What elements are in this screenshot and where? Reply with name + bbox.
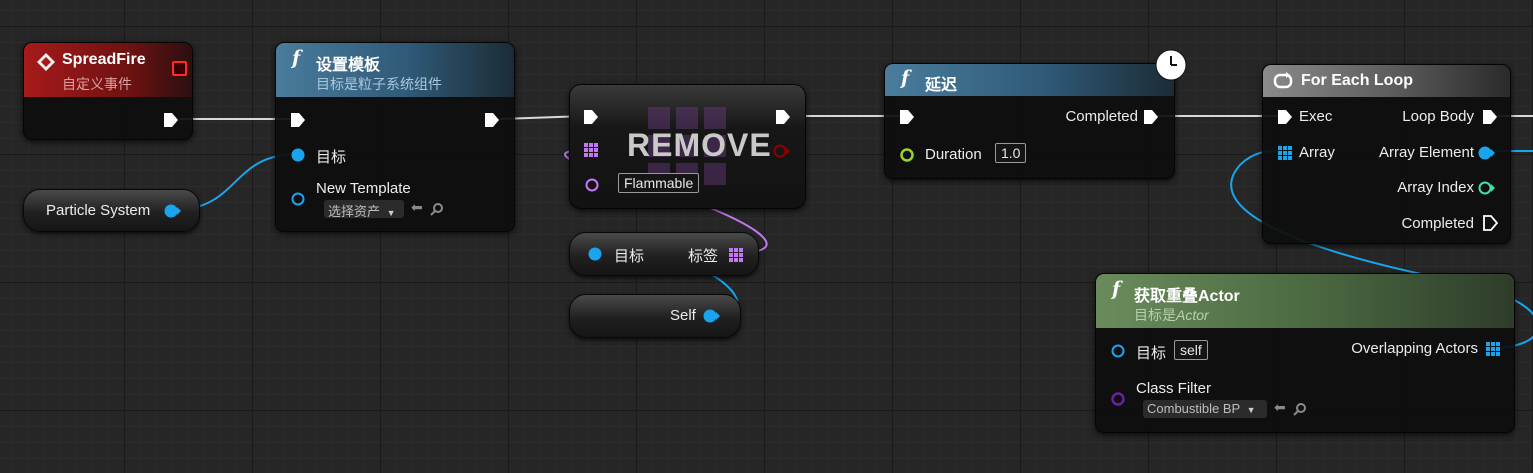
array-element-label: Array Element <box>1378 144 1474 161</box>
particle-system-variable-node[interactable]: Particle System <box>23 189 200 232</box>
tags-target-label: 目标 <box>614 248 645 265</box>
use-selected-arrow-icon[interactable]: ⬅ <box>411 199 423 216</box>
loop-icon <box>1273 72 1293 89</box>
overlap-subtitle-prefix: 目标是 <box>1134 307 1176 323</box>
tag-in-pin[interactable] <box>583 177 601 193</box>
set-template-node[interactable]: f 设置模板 目标是粒子系统组件 目标 New Template 选择资产 ▼ … <box>275 42 515 232</box>
particle-system-label: Particle System <box>46 202 151 219</box>
blueprint-graph-canvas[interactable]: SpreadFire 自定义事件 Particle System f 设置模板 … <box>0 0 1533 473</box>
exec-out-pin[interactable] <box>774 108 792 126</box>
target-in-pin[interactable] <box>289 147 307 163</box>
exec-label: Exec <box>1299 108 1333 125</box>
completed-label: Completed <box>1065 108 1138 125</box>
overlapping-actors-out-pin[interactable] <box>1485 341 1501 357</box>
clock-icon <box>1155 49 1187 81</box>
array-index-out-pin[interactable] <box>1478 180 1496 196</box>
event-icon <box>37 53 55 71</box>
use-selected-arrow-icon[interactable]: ⬅ <box>1274 399 1286 416</box>
target-self-value[interactable]: self <box>1174 340 1208 360</box>
remove-node[interactable]: REMOVE Flammable <box>569 84 806 209</box>
completed-exec-out-pin[interactable] <box>1481 214 1499 232</box>
loop-body-label: Loop Body <box>1402 108 1474 125</box>
bool-out-pin[interactable] <box>773 143 791 159</box>
self-label: Self <box>670 307 696 324</box>
event-delegate-pin[interactable] <box>172 61 187 76</box>
browse-search-icon[interactable] <box>1293 402 1307 416</box>
array-element-out-pin[interactable] <box>1478 145 1496 161</box>
for-each-title: For Each Loop <box>1301 72 1413 89</box>
set-template-subtitle: 目标是粒子系统组件 <box>316 76 442 92</box>
function-icon: f <box>1112 278 1121 300</box>
class-filter-in-pin[interactable] <box>1109 391 1127 407</box>
overlap-subtitle: 目标是Actor <box>1134 305 1209 325</box>
exec-in-pin[interactable] <box>1276 108 1294 126</box>
gameplay-tags-node[interactable]: 目标 标签 <box>569 232 759 276</box>
set-template-title: 设置模板 <box>316 57 381 74</box>
asset-picker-text: 选择资产 <box>328 204 381 219</box>
completed-label: Completed <box>1401 215 1474 232</box>
asset-picker-dropdown[interactable]: 选择资产 ▼ <box>324 200 404 219</box>
browse-search-icon[interactable] <box>430 202 444 216</box>
exec-out-pin[interactable] <box>162 111 180 129</box>
overlap-subtitle-class: Actor <box>1176 307 1209 323</box>
function-icon: f <box>292 47 301 69</box>
array-in-pin[interactable] <box>1277 145 1293 161</box>
class-filter-label: Class Filter <box>1136 380 1212 397</box>
duration-in-pin[interactable] <box>898 147 916 163</box>
completed-exec-out-pin[interactable] <box>1142 108 1160 126</box>
tag-container-in-pin[interactable] <box>583 142 599 158</box>
particle-system-out-pin[interactable] <box>164 203 182 219</box>
delay-title: 延迟 <box>925 77 958 94</box>
target-in-pin[interactable] <box>586 246 604 262</box>
class-filter-dropdown[interactable]: Combustible BP ▼ <box>1143 400 1267 418</box>
tag-value-box[interactable]: Flammable <box>618 173 700 193</box>
self-out-pin[interactable] <box>703 308 721 324</box>
get-overlapping-actors-node[interactable]: f 获取重叠Actor 目标是Actor 目标 self Overlapping… <box>1095 273 1515 433</box>
tags-out-pin[interactable] <box>728 247 744 263</box>
duration-label: Duration <box>925 146 982 163</box>
loop-body-exec-out-pin[interactable] <box>1481 108 1499 126</box>
overlap-target-label: 目标 <box>1136 345 1167 362</box>
self-node[interactable]: Self <box>569 294 741 338</box>
exec-out-pin[interactable] <box>483 111 501 129</box>
class-filter-value: Combustible BP <box>1147 401 1240 416</box>
chevron-down-icon: ▼ <box>1246 405 1256 415</box>
target-in-pin[interactable] <box>1109 343 1127 359</box>
remove-title: REMOVE <box>627 127 772 163</box>
exec-in-pin[interactable] <box>582 108 600 126</box>
target-label: 目标 <box>316 149 347 166</box>
event-title: SpreadFire <box>62 51 146 68</box>
exec-in-pin[interactable] <box>898 108 916 126</box>
array-index-label: Array Index <box>1397 179 1474 196</box>
for-each-loop-node[interactable]: For Each Loop Exec Loop Body Array Array… <box>1262 64 1511 244</box>
function-icon: f <box>901 67 910 89</box>
tags-output-label: 标签 <box>688 248 719 265</box>
chevron-down-icon: ▼ <box>386 208 396 218</box>
duration-value-box[interactable]: 1.0 <box>995 143 1027 163</box>
exec-in-pin[interactable] <box>289 111 307 129</box>
custom-event-node[interactable]: SpreadFire 自定义事件 <box>23 42 193 140</box>
new-template-label: New Template <box>316 180 411 197</box>
overlap-title: 获取重叠Actor <box>1134 288 1240 305</box>
new-template-in-pin[interactable] <box>289 191 307 207</box>
delay-node[interactable]: f 延迟 Completed Duration 1.0 <box>884 49 1187 179</box>
event-subtitle: 自定义事件 <box>62 76 132 92</box>
overlapping-actors-label: Overlapping Actors <box>1351 340 1478 357</box>
array-label: Array <box>1299 144 1335 161</box>
